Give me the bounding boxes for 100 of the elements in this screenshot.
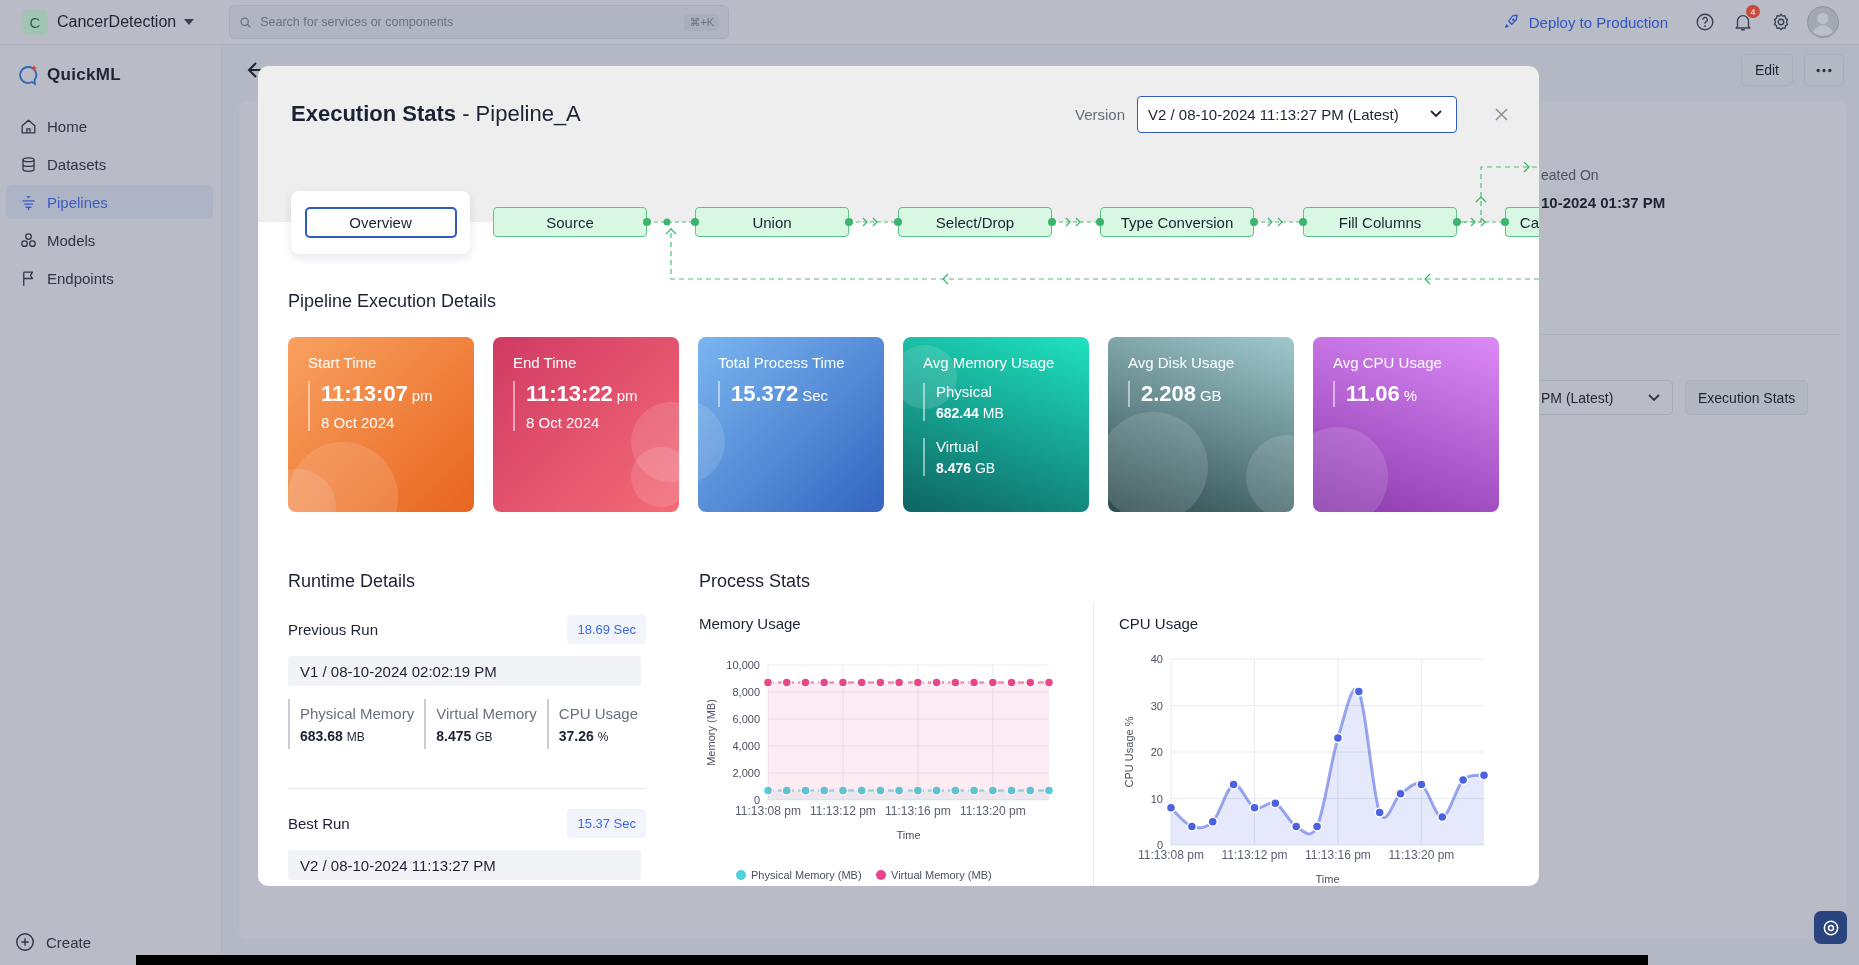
y-tick-label: 40: [1150, 653, 1163, 665]
section-title: Pipeline Execution Details: [288, 291, 498, 313]
data-point: [987, 785, 999, 796]
chevron-down-icon: [1430, 110, 1442, 118]
nav-item[interactable]: Home: [6, 109, 213, 143]
pipeline-node[interactable]: Union: [695, 207, 849, 237]
data-point: [912, 785, 924, 796]
data-point: [818, 785, 830, 796]
memory-label: Physical: [936, 383, 993, 400]
memory-label: Virtual: [936, 438, 980, 455]
data-point: [1186, 821, 1198, 832]
logo-icon: [16, 63, 40, 87]
help-button[interactable]: [1814, 911, 1847, 944]
data-point: [987, 677, 999, 688]
stat-label: Virtual Memory: [436, 704, 537, 722]
chart-title: Memory Usage: [699, 615, 802, 634]
x-tick-label: 11:13:08 pm: [735, 804, 801, 818]
stat-value: 683.68 MB: [300, 727, 366, 744]
memory-value: 682.44 MB: [936, 405, 1005, 421]
data-point: [1290, 821, 1302, 832]
bubble-decoration: [631, 447, 679, 507]
y-tick-label: 10,000: [726, 659, 760, 671]
data-point: [856, 785, 867, 796]
y-tick-label: 0: [753, 794, 760, 806]
pipeline-node[interactable]: Select/Drop: [898, 207, 1052, 237]
data-point: [762, 785, 774, 796]
data-point: [1353, 686, 1365, 697]
plus-icon: [14, 931, 36, 953]
create-button[interactable]: Create: [6, 931, 213, 953]
legend-item[interactable]: Virtual Memory (MB): [876, 869, 992, 881]
project-name[interactable]: CancerDetection: [57, 13, 177, 31]
project-avatar[interactable]: C: [22, 9, 48, 35]
data-point: [762, 677, 774, 688]
nodes-icon: [19, 230, 38, 250]
duration-badge: 15.37 Sec: [567, 809, 646, 838]
run-version: V2 / 08-10-2024 11:13:27 PM: [288, 850, 641, 880]
version-label: Version: [1074, 105, 1125, 123]
y-tick-label: 8,000: [732, 686, 760, 698]
card-label: End Time: [513, 354, 578, 371]
pipeline-node[interactable]: Ca: [1505, 207, 1539, 237]
data-point: [893, 785, 905, 796]
data-point: [1228, 779, 1239, 790]
arrow-connector: [845, 216, 902, 228]
data-point: [1395, 788, 1406, 800]
modal-title: Execution Stats - Pipeline_A: [291, 101, 581, 127]
card-date: 8 Oct 2024: [321, 414, 396, 431]
nav-item[interactable]: Models: [6, 223, 213, 257]
overview-tab[interactable]: Overview: [304, 207, 457, 238]
x-axis-title: Time: [896, 829, 921, 841]
stat-label: CPU Usage: [558, 704, 638, 722]
data-point: [1249, 802, 1260, 814]
data-point: [1478, 770, 1490, 781]
section-title: Runtime Details: [288, 571, 417, 593]
brand-name: QuickML: [47, 65, 121, 85]
card-value: 15.372 Sec: [731, 381, 830, 407]
stat-value: 8.475 GB: [436, 727, 494, 744]
created-label: eated On: [1541, 167, 1600, 183]
arrow-connector: [1250, 216, 1307, 228]
data-point: [931, 677, 942, 688]
data-point: [1457, 774, 1469, 786]
data-point: [875, 677, 886, 688]
shortcut-hint: ⌘+K: [684, 14, 720, 31]
memory-value: 8.476 GB: [936, 460, 997, 476]
y-tick-label: 0: [1156, 839, 1163, 851]
x-tick-label: 11:13:12 pm: [1221, 848, 1288, 862]
version-select[interactable]: V2 / 08-10-2024 11:13:27 PM (Latest): [1137, 95, 1457, 133]
data-point: [931, 785, 942, 796]
section-title: Process Stats: [699, 571, 812, 593]
notification-badge: 4: [1746, 5, 1760, 18]
data-point: [818, 677, 830, 688]
y-axis-title: Memory (MB): [705, 699, 717, 766]
execution-stats-button[interactable]: Execution Stats: [1685, 380, 1809, 415]
pipeline-node[interactable]: Source: [493, 207, 647, 237]
close-icon[interactable]: [1495, 107, 1508, 121]
legend-item[interactable]: Physical Memory (MB): [736, 869, 862, 881]
nav-item[interactable]: Datasets: [6, 147, 213, 181]
x-tick-label: 11:13:16 pm: [884, 804, 951, 818]
chart-title: CPU Usage: [1119, 615, 1200, 634]
x-tick-label: 11:13:20 pm: [1388, 848, 1455, 862]
nav-item[interactable]: Endpoints: [6, 261, 213, 295]
y-tick-label: 2,000: [732, 767, 760, 779]
data-point: [1374, 807, 1385, 818]
x-axis-title: Time: [1315, 873, 1340, 885]
created-value: 10-2024 01:37 PM: [1541, 194, 1667, 211]
caret-icon[interactable]: [184, 19, 195, 25]
card-label: Avg CPU Usage: [1333, 354, 1443, 371]
data-point: [1025, 785, 1036, 796]
help-icon[interactable]: [1694, 11, 1716, 33]
pipeline-node[interactable]: Type Conversion: [1100, 207, 1254, 237]
database-icon: [19, 154, 38, 174]
card-label: Total Process Time: [718, 354, 846, 371]
edit-button[interactable]: Edit: [1740, 54, 1793, 86]
card-value: 11:13:22 pm: [526, 381, 639, 407]
data-point: [1043, 677, 1055, 688]
card-label: Start Time: [308, 354, 378, 371]
data-point: [837, 785, 849, 796]
card-label: Avg Memory Usage: [923, 354, 1056, 371]
y-axis-title: CPU Usage %: [1123, 716, 1135, 788]
pipeline-node[interactable]: Fill Columns: [1303, 207, 1457, 237]
data-point: [1270, 797, 1281, 809]
